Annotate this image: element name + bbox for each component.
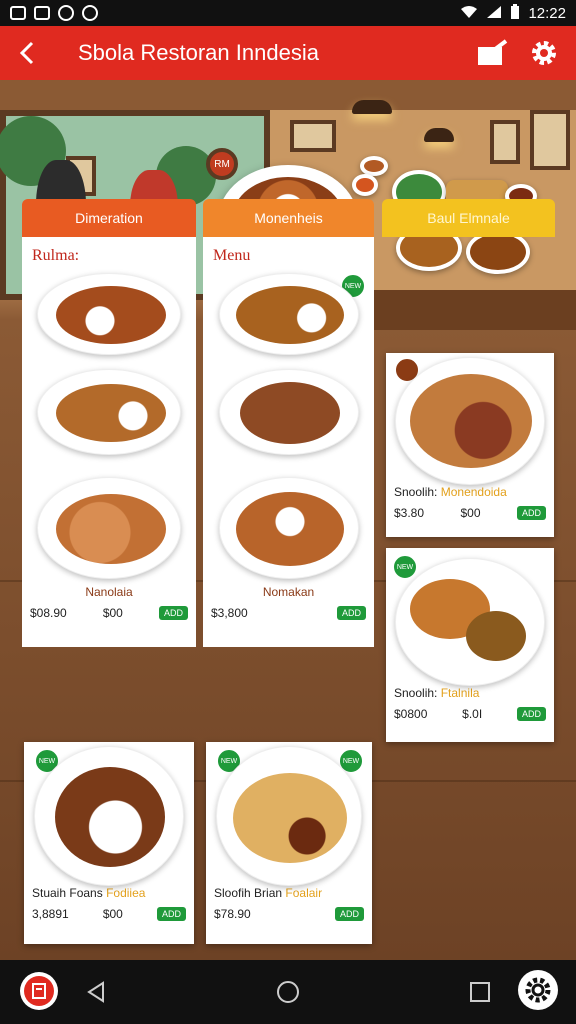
dish-image: [218, 273, 359, 355]
menu-app-icon: [24, 976, 54, 1006]
price: 3,8891: [32, 907, 69, 921]
app-shortcut-button[interactable]: [20, 972, 58, 1010]
cart-button[interactable]: [472, 33, 512, 73]
cart-icon: [478, 39, 508, 65]
menu-card[interactable]: NEW Stuaih Foans Fodiiea 3,8891 $00 ADD: [24, 742, 194, 944]
sauce-bowl: [352, 174, 378, 196]
dish-image: [37, 477, 181, 579]
add-button[interactable]: ADD: [334, 907, 364, 921]
menu-card[interactable]: NEW NEW Sloofih Brian Foalair $78.90 ADD: [206, 742, 372, 944]
price-row: $3.80 $00 ADD: [386, 503, 554, 523]
restaurant-sign: RM: [206, 148, 238, 180]
dish-name: Stuaih Foans Fodiiea: [32, 886, 146, 900]
price: $3,800: [211, 606, 248, 620]
price-row: $3,800 ADD: [203, 603, 374, 623]
column-body: Menu NEW Nomakan $3,800 ADD: [203, 237, 374, 647]
dish-name: Snoolih: Ftalnila: [394, 686, 480, 700]
menu-dish[interactable]: [203, 477, 374, 579]
new-badge: NEW: [392, 554, 418, 580]
sub-price: $00: [102, 907, 123, 921]
menu-column-3: Baul Elmnale: [382, 199, 555, 237]
wifi-icon: [460, 5, 478, 22]
back-button[interactable]: [12, 38, 42, 68]
page-title: Sbola Restoran Inndesia: [78, 40, 319, 65]
price-row: $78.90 ADD: [206, 904, 372, 924]
signal-icon: [486, 5, 502, 22]
dish-image: [218, 369, 359, 455]
menu-dish[interactable]: [203, 369, 374, 455]
dish-image: [34, 746, 184, 886]
shield-notification-icon: [82, 5, 98, 21]
menu-card[interactable]: NEW Snoolih: Ftalnila $0800 $.0I ADD: [386, 548, 554, 742]
ceiling: [0, 80, 576, 110]
column-body: Rulma: Nanolaia $08.90 $00 ADD: [22, 237, 196, 647]
column-header[interactable]: Baul Elmnale: [382, 199, 555, 237]
ceiling-lamp: [352, 100, 392, 114]
gear-icon: [525, 977, 551, 1003]
menu-dish[interactable]: NEW: [203, 273, 374, 355]
settings-button[interactable]: [524, 33, 564, 73]
dish-image: [395, 357, 545, 485]
menu-dish[interactable]: [22, 369, 196, 455]
add-button[interactable]: ADD: [158, 606, 188, 620]
dish-image: [37, 369, 181, 455]
battery-icon: [510, 3, 520, 23]
sub-price: $00: [460, 506, 481, 520]
dish-image: [37, 273, 181, 355]
section-title: Menu: [213, 247, 251, 264]
menu-dish[interactable]: [22, 477, 196, 579]
column-header[interactable]: Monenheis: [203, 199, 374, 237]
home-nav-button[interactable]: [266, 970, 310, 1014]
status-bar: 12:22: [0, 0, 576, 26]
add-button[interactable]: ADD: [516, 707, 546, 721]
back-arrow-icon: [19, 41, 34, 65]
back-nav-button[interactable]: [74, 970, 118, 1014]
sub-price: $00: [102, 606, 123, 620]
dish-name: Snoolih: Monendoida: [394, 485, 507, 499]
ceiling-lamp: [424, 128, 454, 142]
settings-shortcut-button[interactable]: [518, 970, 558, 1010]
clock: 12:22: [528, 4, 566, 22]
dish-name: Nomakan: [262, 585, 315, 599]
gallery-notification-icon: [10, 6, 26, 20]
price-row: $08.90 $00 ADD: [22, 603, 196, 623]
price: $08.90: [30, 606, 67, 620]
recents-nav-button[interactable]: [458, 970, 502, 1014]
wall-picture: [530, 110, 570, 170]
menu-column-2: Monenheis Menu NEW Nomakan $3,800 ADD: [203, 199, 374, 647]
square-recents-icon: [470, 982, 490, 1002]
dish-name: Sloofih Brian Foalair: [214, 886, 323, 900]
sauce-bowl: [360, 156, 388, 176]
wall-picture: [490, 120, 520, 164]
dish-image: [218, 477, 359, 579]
add-button[interactable]: ADD: [336, 606, 366, 620]
price: $3.80: [394, 506, 425, 520]
dish-image: [216, 746, 362, 886]
add-button[interactable]: ADD: [516, 506, 546, 520]
gear-icon: [532, 41, 556, 65]
system-nav-bar: [0, 960, 576, 1024]
wall-picture: [290, 120, 336, 152]
food-counter: [360, 290, 576, 330]
menu-column-1: Dimeration Rulma: Nanolaia $08.90 $00 AD…: [22, 199, 196, 647]
price: $0800: [394, 707, 428, 721]
menu-card[interactable]: Snoolih: Monendoida $3.80 $00 ADD: [386, 353, 554, 537]
price-row: 3,8891 $00 ADD: [24, 904, 194, 924]
price-row: $0800 $.0I ADD: [386, 704, 554, 724]
add-button[interactable]: ADD: [156, 907, 186, 921]
price: $78.90: [214, 907, 251, 921]
triangle-back-icon: [87, 981, 104, 1003]
home-circle-icon: [277, 981, 299, 1003]
sub-price: $.0I: [462, 707, 483, 721]
dish-name: Nanolaia: [85, 585, 133, 599]
menu-dish[interactable]: [22, 273, 196, 355]
column-header[interactable]: Dimeration: [22, 199, 196, 237]
app-bar: Sbola Restoran Inndesia: [0, 26, 576, 80]
camera-notification-icon: [34, 6, 50, 20]
media-notification-icon: [58, 5, 74, 21]
section-title: Rulma:: [32, 247, 80, 264]
dish-image: [395, 558, 545, 686]
